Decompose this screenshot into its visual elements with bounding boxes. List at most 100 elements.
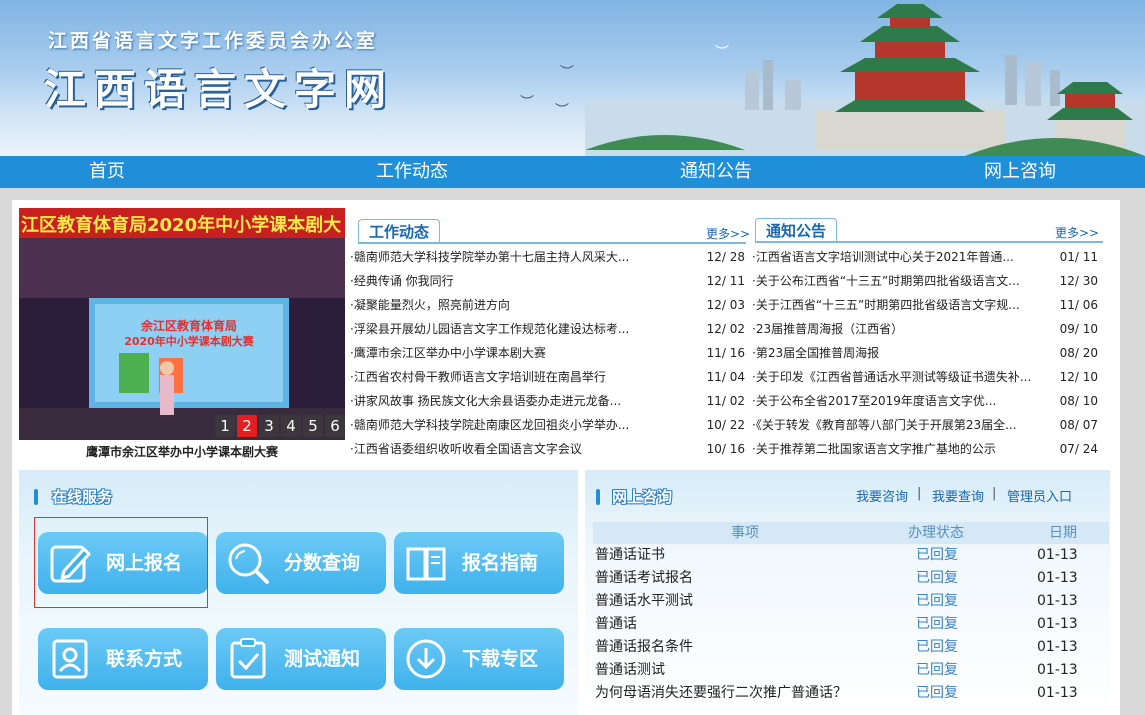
consult-item[interactable]: 普通话水平测试 bbox=[595, 590, 693, 613]
consult-status: 已回复 bbox=[916, 685, 958, 701]
slider-page-button[interactable]: 3 bbox=[259, 415, 279, 437]
consult-item[interactable]: 为何母语消失还要强行二次推广普通话？ bbox=[595, 682, 847, 705]
table-row[interactable]: 普通话测试 已回复 01-13 bbox=[593, 659, 1109, 682]
table-row[interactable]: 普通话 已回复 01-13 bbox=[593, 613, 1109, 636]
nav-consult[interactable]: 网上咨询 bbox=[984, 156, 1056, 188]
table-row[interactable]: 普通话证书 已回复 01-13 bbox=[593, 544, 1109, 567]
consult-date: 01-13 bbox=[1037, 570, 1078, 586]
list-item[interactable]: ·23届推普周海报（江西省） 09/ 10 bbox=[752, 317, 1098, 341]
admin-entry-link[interactable]: 管理员入口 bbox=[1007, 486, 1072, 505]
news-title[interactable]: ·经典传诵 你我同行 bbox=[350, 269, 454, 293]
news-date: 08/ 10 bbox=[1059, 394, 1098, 408]
news-title[interactable]: ·江西省农村骨干教师语言文字培训班在南昌举行 bbox=[350, 365, 606, 389]
consult-item[interactable]: 普通话测试 bbox=[595, 659, 665, 682]
slide-caption[interactable]: 鹰潭市余江区举办中小学课本剧大赛 bbox=[19, 443, 345, 460]
ask-question-link[interactable]: 我要咨询 bbox=[856, 486, 908, 505]
news-title[interactable]: ·赣南师范大学科技学院赴南康区龙回祖炎小学举办... bbox=[350, 413, 629, 437]
list-item[interactable]: ·关于公布全省2017至2019年度语言文字优... 08/ 10 bbox=[752, 389, 1098, 413]
news-title[interactable]: ·关于江西省“十三五”时期第四批省级语言文字规... bbox=[752, 293, 1020, 317]
table-row[interactable]: 普通话考试报名 已回复 01-13 bbox=[593, 567, 1109, 590]
list-item[interactable]: ·关于江西省“十三五”时期第四批省级语言文字规... 11/ 06 bbox=[752, 293, 1098, 317]
consult-item[interactable]: 普通话报名条件 bbox=[595, 636, 693, 659]
column-header-item: 事项 bbox=[731, 525, 759, 541]
consult-date: 01-13 bbox=[1037, 639, 1078, 655]
board-line-2: 2020年中小学课本剧大赛 bbox=[124, 334, 255, 348]
news-title[interactable]: ·江西省语委组织收听收看全国语言文字会议 bbox=[350, 437, 582, 461]
list-item[interactable]: ·浮梁县开展幼儿园语言文字工作规范化建设达标考... 12/ 02 bbox=[350, 317, 745, 341]
news-title[interactable]: ·凝聚能量烈火，照亮前进方向 bbox=[350, 293, 510, 317]
registration-guide-button[interactable]: 报名指南 bbox=[394, 532, 564, 594]
slider-page-button[interactable]: 6 bbox=[325, 415, 345, 437]
news-title[interactable]: ·关于印发《江西省普通话水平测试等级证书遗失补... bbox=[752, 365, 1031, 389]
table-row[interactable]: 为何母语消失还要强行二次推广普通话？ 已回复 01-13 bbox=[593, 682, 1109, 705]
contact-info-button[interactable]: 联系方式 bbox=[38, 628, 208, 690]
book-icon bbox=[406, 547, 446, 581]
nav-notices[interactable]: 通知公告 bbox=[680, 156, 752, 188]
news-date: 08/ 07 bbox=[1059, 418, 1098, 432]
link-separator: | bbox=[917, 486, 922, 501]
list-item[interactable]: ·赣南师范大学科技学院举办第十七届主持人风采大... 12/ 28 bbox=[350, 245, 745, 269]
list-item[interactable]: ·江西省农村骨干教师语言文字培训班在南昌举行 11/ 04 bbox=[350, 365, 745, 389]
notices-divider bbox=[755, 241, 1103, 243]
list-item[interactable]: ·江西省语委组织收听收看全国语言文字会议 10/ 16 bbox=[350, 437, 745, 461]
news-date: 09/ 10 bbox=[1059, 322, 1098, 336]
query-link[interactable]: 我要查询 bbox=[932, 486, 984, 505]
news-title[interactable]: ·赣南师范大学科技学院举办第十七届主持人风采大... bbox=[350, 245, 629, 269]
list-item[interactable]: ·赣南师范大学科技学院赴南康区龙回祖炎小学举办... 10/ 22 bbox=[350, 413, 745, 437]
work-news-more-link[interactable]: 更多>> bbox=[706, 225, 750, 242]
consult-date: 01-13 bbox=[1037, 547, 1078, 563]
news-title[interactable]: ·《关于转发《教育部等八部门关于开展第23届全... bbox=[752, 413, 1017, 437]
list-item[interactable]: ·关于公布江西省“十三五”时期第四批省级语言文... 12/ 30 bbox=[752, 269, 1098, 293]
news-date: 12/ 10 bbox=[1059, 370, 1098, 384]
column-header-date: 日期 bbox=[1049, 525, 1077, 541]
slider-page-button[interactable]: 1 bbox=[215, 415, 235, 437]
notices-more-link[interactable]: 更多>> bbox=[1055, 224, 1099, 241]
score-query-button[interactable]: 分数查询 bbox=[216, 532, 386, 594]
download-icon bbox=[406, 639, 446, 679]
news-title[interactable]: ·23届推普周海报（江西省） bbox=[752, 317, 903, 341]
news-title[interactable]: ·江西省语言文字培训测试中心关于2021年普通... bbox=[752, 245, 1014, 269]
news-title[interactable]: ·浮梁县开展幼儿园语言文字工作规范化建设达标考... bbox=[350, 317, 629, 341]
nav-home[interactable]: 首页 bbox=[89, 156, 125, 188]
nav-work-news[interactable]: 工作动态 bbox=[376, 156, 448, 188]
site-banner: 江西省语言文字工作委员会办公室 江西语言文字网 ︶ ︶ ︶ ︶ bbox=[0, 0, 1145, 156]
news-title[interactable]: ·讲家风故事 扬民族文化大余县语委办走进元龙备... bbox=[350, 389, 621, 413]
list-item[interactable]: ·江西省语言文字培训测试中心关于2021年普通... 01/ 11 bbox=[752, 245, 1098, 269]
table-row[interactable]: 普通话报名条件 已回复 01-13 bbox=[593, 636, 1109, 659]
news-date: 10/ 22 bbox=[706, 418, 745, 432]
news-title[interactable]: ·关于公布全省2017至2019年度语言文字优... bbox=[752, 389, 996, 413]
clipboard-check-icon bbox=[230, 638, 266, 679]
main-nav: 首页 工作动态 通知公告 网上咨询 bbox=[0, 156, 1145, 188]
table-row[interactable]: 普通话水平测试 已回复 01-13 bbox=[593, 590, 1109, 613]
list-item[interactable]: ·《关于转发《教育部等八部门关于开展第23届全... 08/ 07 bbox=[752, 413, 1098, 437]
list-item[interactable]: ·关于推荐第二批国家语言文字推广基地的公示 07/ 24 bbox=[752, 437, 1098, 461]
slider-page-button-active[interactable]: 2 bbox=[237, 415, 257, 437]
list-item[interactable]: ·第23届全国推普周海报 08/ 20 bbox=[752, 341, 1098, 365]
slider-page-button[interactable]: 5 bbox=[303, 415, 323, 437]
news-title[interactable]: ·关于公布江西省“十三五”时期第四批省级语言文... bbox=[752, 269, 1020, 293]
list-item[interactable]: ·经典传诵 你我同行 12/ 11 bbox=[350, 269, 745, 293]
bird-icon: ︶ bbox=[520, 95, 534, 111]
download-area-button[interactable]: 下载专区 bbox=[394, 628, 564, 690]
list-item[interactable]: ·鹰潭市余江区举办中小学课本剧大赛 11/ 16 bbox=[350, 341, 745, 365]
list-item[interactable]: ·凝聚能量烈火，照亮前进方向 12/ 03 bbox=[350, 293, 745, 317]
news-title[interactable]: ·鹰潭市余江区举办中小学课本剧大赛 bbox=[350, 341, 546, 365]
consult-status: 已回复 bbox=[916, 662, 958, 678]
list-item[interactable]: ·关于印发《江西省普通话水平测试等级证书遗失补... 12/ 10 bbox=[752, 365, 1098, 389]
slider-page-button[interactable]: 4 bbox=[281, 415, 301, 437]
notices-list: ·江西省语言文字培训测试中心关于2021年普通... 01/ 11 ·关于公布江西省… bbox=[752, 245, 1098, 461]
tab-work-news[interactable]: 工作动态 bbox=[358, 219, 441, 244]
consult-title: 网上咨询 bbox=[612, 488, 673, 506]
image-slider[interactable]: 江区教育体育局2020年中小学课本剧大 余江区教育体育局 2020年中小学课本剧… bbox=[19, 208, 345, 440]
news-title[interactable]: ·关于推荐第二批国家语言文字推广基地的公示 bbox=[752, 437, 996, 461]
news-title[interactable]: ·第23届全国推普周海报 bbox=[752, 341, 879, 365]
tab-notices[interactable]: 通知公告 bbox=[755, 218, 838, 243]
button-label: 分数查询 bbox=[284, 552, 361, 574]
consult-item[interactable]: 普通话证书 bbox=[595, 544, 665, 567]
news-date: 11/ 04 bbox=[706, 370, 745, 384]
test-notice-button[interactable]: 测试通知 bbox=[216, 628, 386, 690]
consult-item[interactable]: 普通话考试报名 bbox=[595, 567, 693, 590]
consult-item[interactable]: 普通话 bbox=[595, 613, 637, 636]
list-item[interactable]: ·讲家风故事 扬民族文化大余县语委办走进元龙备... 11/ 02 bbox=[350, 389, 745, 413]
work-news-divider bbox=[358, 242, 746, 244]
